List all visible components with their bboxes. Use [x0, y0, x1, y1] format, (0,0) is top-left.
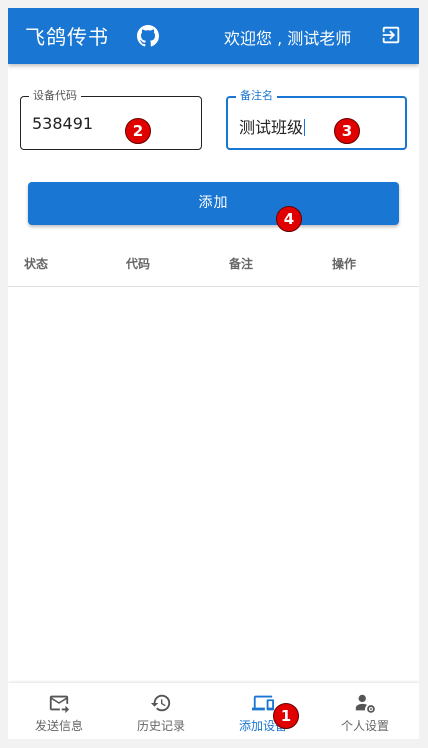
- column-header-actions: 操作: [332, 257, 357, 271]
- text-caret: [304, 119, 306, 136]
- devices-icon: [252, 695, 274, 711]
- app-bar: 飞鸽传书 欢迎您 , 测试老师: [8, 8, 419, 64]
- github-icon[interactable]: [137, 25, 159, 47]
- annotation-marker-4: 4: [276, 206, 302, 232]
- remark-field[interactable]: 备注名 测试班级: [226, 89, 407, 150]
- annotation-marker-1: 1: [273, 703, 299, 729]
- nav-add-device[interactable]: 添加设备: [212, 683, 314, 739]
- device-code-input[interactable]: 538491: [32, 114, 172, 133]
- column-header-code: 代码: [126, 257, 151, 271]
- welcome-text: 欢迎您 , 测试老师: [224, 29, 352, 48]
- add-button[interactable]: 添加: [28, 182, 399, 225]
- device-code-field[interactable]: 设备代码 538491: [20, 89, 202, 150]
- annotation-marker-3: 3: [334, 118, 360, 144]
- remark-label: 备注名: [236, 89, 277, 103]
- column-header-status: 状态: [24, 257, 49, 271]
- app-frame: 飞鸽传书 欢迎您 , 测试老师 设备代码 538491 备注名 测试班级 添加 …: [8, 8, 419, 739]
- logout-icon[interactable]: [380, 24, 402, 46]
- history-icon: [150, 694, 171, 712]
- nav-send-message[interactable]: 发送信息: [8, 683, 110, 739]
- annotation-marker-2: 2: [125, 118, 151, 144]
- nav-label-personal-settings: 个人设置: [340, 719, 389, 733]
- send-mail-icon: [49, 695, 70, 714]
- nav-label-send: 发送信息: [34, 719, 83, 733]
- table-header: 状态 代码 备注 操作: [8, 240, 419, 287]
- nav-label-history: 历史记录: [136, 719, 185, 733]
- bottom-navigation: 发送信息 历史记录 添加设备 个人设置: [8, 683, 419, 739]
- nav-label-add-device: 添加设备: [238, 719, 287, 733]
- remark-input-value: 测试班级: [239, 118, 304, 137]
- person-settings-icon: [355, 694, 375, 713]
- nav-personal-settings[interactable]: 个人设置: [314, 683, 416, 739]
- app-title: 飞鸽传书: [25, 25, 109, 49]
- device-code-label: 设备代码: [29, 89, 81, 103]
- nav-history[interactable]: 历史记录: [110, 683, 212, 739]
- column-header-remark: 备注: [229, 257, 254, 271]
